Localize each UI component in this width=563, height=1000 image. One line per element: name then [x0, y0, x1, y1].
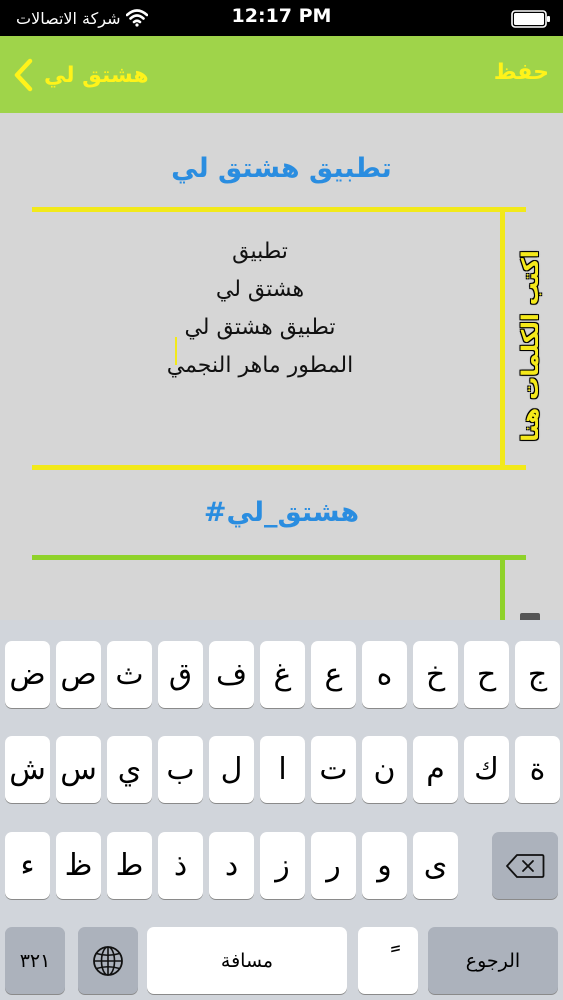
key-fa[interactable]: ف [209, 641, 254, 708]
numbers-key[interactable]: ٣٢١ [5, 927, 65, 994]
key-ghain[interactable]: غ [260, 641, 305, 708]
output-frame-top-line [32, 555, 526, 560]
key-zay[interactable]: ز [260, 832, 305, 899]
side-label-text: اكتب الكلمات هنا [518, 250, 544, 442]
key-sad[interactable]: ص [56, 641, 101, 708]
output-frame-right-line [500, 558, 505, 620]
backspace-icon [506, 853, 545, 878]
input-frame-right-line [500, 210, 505, 468]
return-key[interactable]: الرجوع [428, 927, 558, 994]
key-ya[interactable]: ي [107, 736, 152, 803]
input-frame-top-line [32, 207, 526, 212]
key-zah[interactable]: ظ [56, 832, 101, 899]
key-tha[interactable]: ث [107, 641, 152, 708]
text-caret [175, 337, 177, 365]
key-lam[interactable]: ل [209, 736, 254, 803]
key-hamza[interactable]: ء [5, 832, 50, 899]
key-kha[interactable]: خ [413, 641, 458, 708]
app-title: تطبيق هشتق لي [171, 153, 392, 184]
battery-icon [511, 10, 550, 28]
key-hah[interactable]: ح [464, 641, 509, 708]
globe-key[interactable] [78, 927, 138, 994]
status-bar: شركة الاتصالات 12:17 PM [0, 0, 563, 36]
save-button[interactable]: حفظ [494, 60, 549, 85]
side-vertical-label: اكتب الكلمات هنا [509, 234, 553, 458]
main-content: تطبيق هشتق لي تطبيق هشتق لي تطبيق هشتق ل… [0, 113, 563, 620]
globe-icon [93, 945, 123, 976]
key-ra[interactable]: ر [311, 832, 356, 899]
output-side-marker [520, 613, 540, 620]
keyboard: ض ص ث ق ف غ ع ه خ ح ج ش س ي ب ل ا ت ن م … [0, 620, 563, 1000]
status-time: 12:17 PM [231, 5, 332, 27]
key-sheen[interactable]: ش [5, 736, 50, 803]
key-noon[interactable]: ن [362, 736, 407, 803]
key-ta-marbuta[interactable]: ة [515, 736, 560, 803]
diacritic-key[interactable]: ً [358, 927, 418, 994]
key-waw[interactable]: و [362, 832, 407, 899]
back-button-label: هشتق لي [44, 62, 149, 88]
key-dad[interactable]: ض [5, 641, 50, 708]
backspace-key[interactable] [492, 832, 558, 899]
space-key[interactable]: مسافة [147, 927, 347, 994]
hashtag-result[interactable]: #هشتق_لي [0, 497, 563, 528]
key-kaf[interactable]: ك [464, 736, 509, 803]
chevron-left-icon [14, 58, 33, 92]
key-thal[interactable]: ذ [158, 832, 203, 899]
nav-bar: هشتق لي حفظ [0, 36, 563, 113]
key-tah[interactable]: ط [107, 832, 152, 899]
key-jeem[interactable]: ج [515, 641, 560, 708]
input-frame-bottom-line [32, 465, 526, 470]
key-alif[interactable]: ا [260, 736, 305, 803]
key-ha[interactable]: ه [362, 641, 407, 708]
key-seen[interactable]: س [56, 736, 101, 803]
key-ain[interactable]: ع [311, 641, 356, 708]
key-dal[interactable]: د [209, 832, 254, 899]
key-ba[interactable]: ب [158, 736, 203, 803]
key-alif-maqsura[interactable]: ى [413, 832, 458, 899]
key-ta[interactable]: ت [311, 736, 356, 803]
key-meem[interactable]: م [413, 736, 458, 803]
back-button[interactable]: هشتق لي [12, 56, 149, 94]
key-qaf[interactable]: ق [158, 641, 203, 708]
